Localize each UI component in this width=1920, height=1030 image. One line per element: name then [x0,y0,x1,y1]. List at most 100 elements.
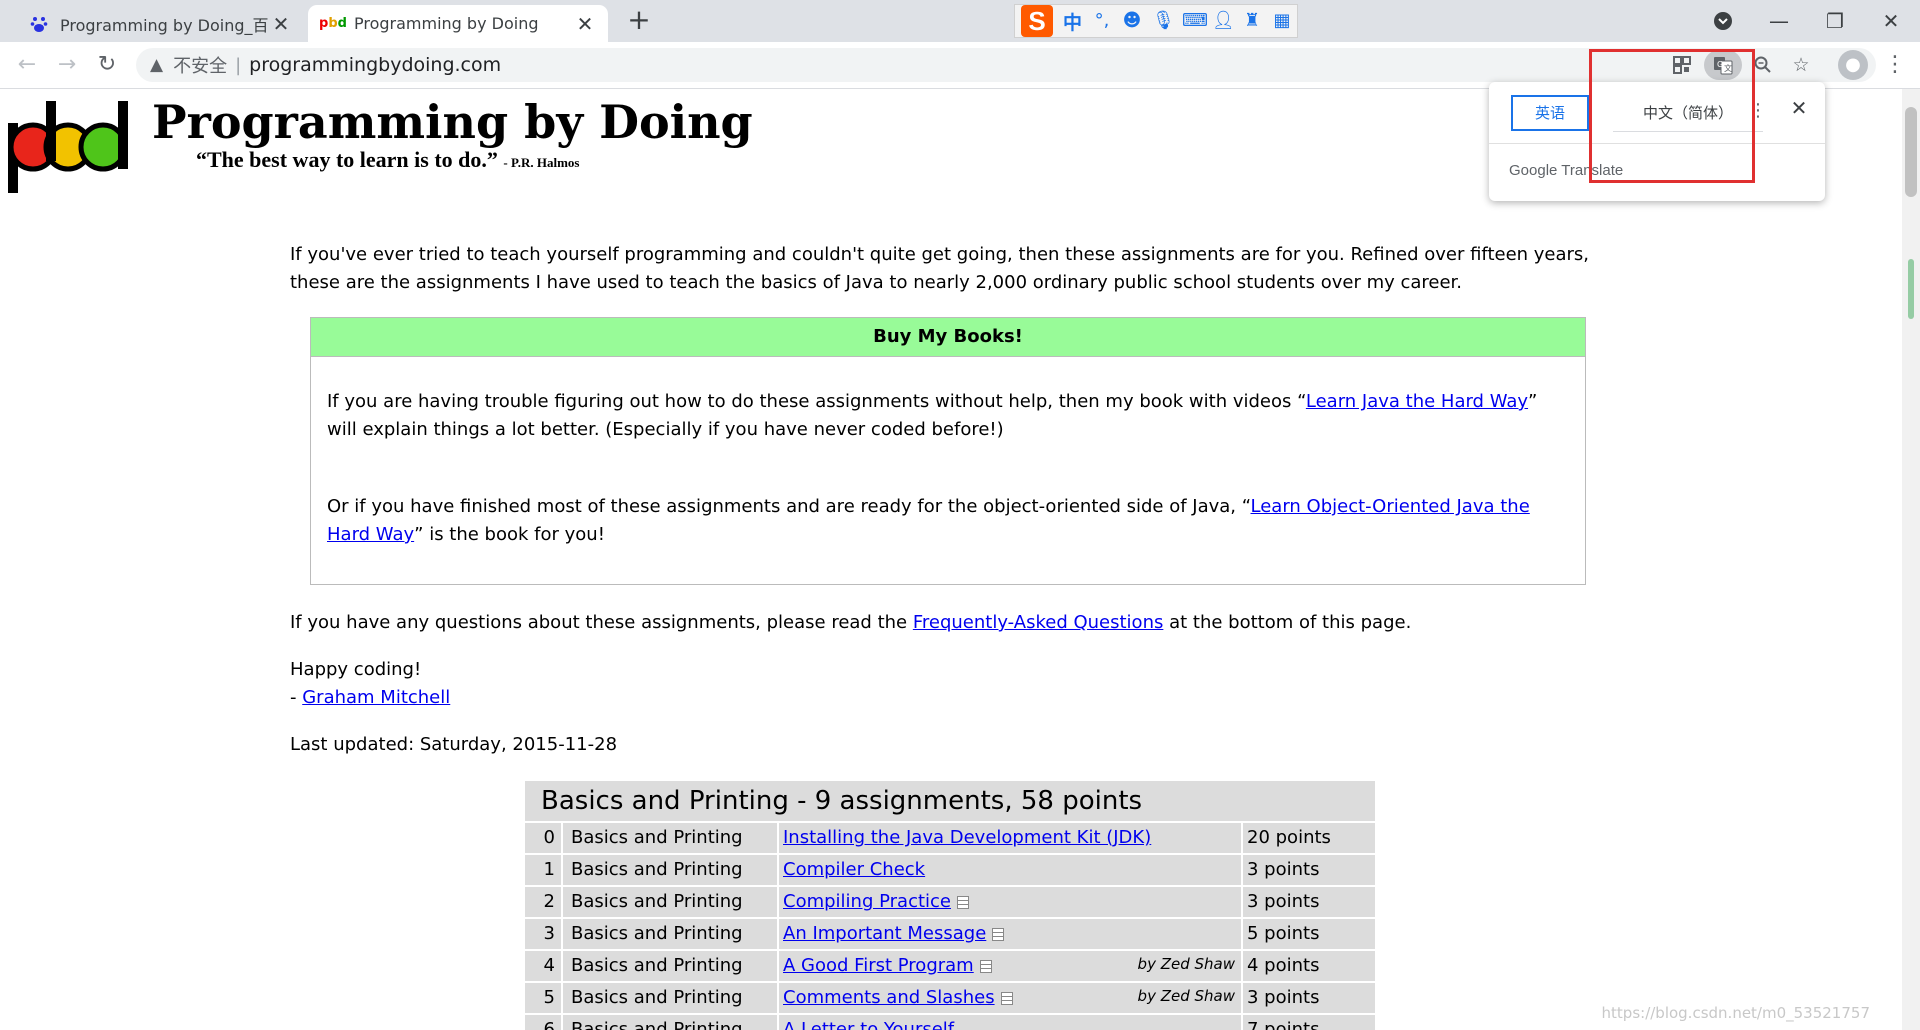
page-scrollbar[interactable] [1902,89,1920,1030]
bookmark-star-icon[interactable]: ☆ [1786,50,1816,80]
toolbox-icon[interactable]: ▦ [1272,11,1292,31]
tab-baidu-search[interactable]: Programming by Doing_百度搜 ✕ [14,5,304,42]
sogou-logo-icon[interactable]: S [1021,5,1053,37]
assignment-number: 6 [525,1015,561,1030]
skin-icon[interactable]: ♜ [1242,11,1262,31]
table-row: 5 Basics and Printing Comments and Slashes… [525,983,1375,1013]
ime-mode-toggle[interactable]: 中 [1063,8,1082,35]
user-icon[interactable]: 👤︎ [1212,11,1235,31]
reload-icon[interactable]: ↻ [92,50,122,80]
translate-popup: 英语 中文（简体） ⋮ ✕ Google Translate [1489,82,1825,201]
motto-author: - P.R. Halmos [503,155,580,170]
microphone-icon[interactable]: 🎙︎ [1152,11,1175,31]
restore-icon[interactable]: ❐ [1810,0,1860,42]
assignment-points: 3 points [1243,887,1375,917]
tab-strip: Programming by Doing_百度搜 ✕ pbd Programmi… [0,0,1920,42]
assignment-title-cell: Comments and Slashes by Zed Shaw [779,983,1241,1013]
assignment-link[interactable]: Compiler Check [783,859,925,880]
assignment-link[interactable]: Installing the Java Development Kit (JDK… [783,827,1151,848]
assignments-table: Basics and Printing - 9 assignments, 58 … [525,781,1375,1030]
tab-close-icon[interactable]: ✕ [572,12,598,36]
faq-paragraph: If you have any questions about these as… [290,609,1590,637]
tab-close-icon[interactable]: ✕ [268,12,294,36]
target-language-tab[interactable]: 中文（简体） [1613,95,1763,132]
assignment-points: 3 points [1243,855,1375,885]
profile-avatar-icon[interactable]: ● [1838,50,1868,80]
minimize-icon[interactable]: — [1754,0,1804,42]
warning-icon[interactable]: ▲ [150,55,163,75]
assignment-link[interactable]: An Important Message [783,923,986,944]
back-arrow-icon[interactable]: ← [12,50,42,80]
new-tab-button[interactable]: + [624,5,654,35]
keyboard-icon[interactable]: ⌨ [1182,11,1208,31]
text: ” is the book for you! [414,524,605,545]
notes-icon[interactable] [979,959,992,973]
table-row: 6 Basics and Printing A Letter to Yourself… [525,1015,1375,1030]
assignment-category: Basics and Printing [563,887,777,917]
link-faq[interactable]: Frequently-Asked Questions [913,612,1164,633]
forward-arrow-icon[interactable]: → [52,50,82,80]
text: If you have any questions about these as… [290,612,913,633]
url-text[interactable]: programmingbydoing.com [249,54,501,76]
tab-programming-by-doing[interactable]: pbd Programming by Doing ✕ [308,5,608,42]
security-label[interactable]: 不安全 [173,52,227,78]
browser-menu-icon[interactable]: ⋮ [1880,50,1910,80]
intro-paragraph: If you've ever tried to teach yourself p… [290,244,1590,293]
assignment-number: 3 [525,919,561,949]
books-header: Buy My Books! [311,318,1585,357]
notes-icon[interactable] [992,927,1005,941]
address-bar[interactable]: ▲ 不安全 | programmingbydoing.com [136,48,1876,82]
window-close-icon[interactable]: ✕ [1866,0,1916,42]
assignment-title-cell: A Letter to Yourself [779,1015,1241,1030]
signature: - Graham Mitchell [290,684,450,712]
assignment-title-cell: An Important Message [779,919,1241,949]
notes-icon[interactable] [957,895,969,909]
svg-text:G: G [1717,60,1723,69]
assignment-title-cell: Compiling Practice [779,887,1241,917]
assignment-number: 5 [525,983,561,1013]
svg-text:文: 文 [1724,63,1732,73]
assignments-heading: Basics and Printing - 9 assignments, 58 … [525,781,1375,821]
watermark: https://blog.csdn.net/m0_53521757 [1601,1004,1870,1022]
assignment-points: 5 points [1243,919,1375,949]
assignment-link[interactable]: A Good First Program [783,955,974,976]
qr-code-icon[interactable] [1667,50,1697,80]
baidu-paw-icon [28,13,50,35]
assignment-link[interactable]: A Letter to Yourself [783,1019,954,1030]
tab-title: Programming by Doing [354,14,539,33]
scrollbar-thumb[interactable] [1905,107,1917,197]
assignment-points: 4 points [1243,951,1375,981]
tab-search-icon[interactable] [1698,0,1748,42]
link-learn-java-hard-way[interactable]: Learn Java the Hard Way [1306,391,1528,412]
emoji-icon[interactable]: ☻ [1122,11,1142,31]
site-motto: “The best way to learn is to do.” - P.R.… [196,147,579,173]
site-title: Programming by Doing [152,95,753,149]
assignment-author: by Zed Shaw [1137,987,1235,1005]
assignment-link[interactable]: Comments and Slashes [783,987,995,1008]
text: - [290,687,303,708]
books-paragraph-2: Or if you have finished most of these as… [327,493,1567,549]
assignment-link[interactable]: Compiling Practice [783,891,951,912]
punctuation-icon[interactable]: °, [1092,11,1112,31]
table-row: 3 Basics and Printing An Important Message… [525,919,1375,949]
assignment-points: 3 points [1243,983,1375,1013]
table-row: 1 Basics and Printing Compiler Check 3 poin… [525,855,1375,885]
translate-icon[interactable]: G文 [1704,50,1742,80]
link-graham-mitchell[interactable]: Graham Mitchell [302,687,450,708]
text: at the bottom of this page. [1163,612,1412,633]
translate-options-icon[interactable]: ⋮ [1749,100,1767,121]
table-row: 0 Basics and Printing Installing the Java … [525,823,1375,853]
motto-text: “The best way to learn is to do.” [196,147,498,172]
scroll-indicator [1908,259,1914,319]
translate-close-icon[interactable]: ✕ [1785,94,1813,122]
assignment-title-cell: Installing the Java Development Kit (JDK… [779,823,1241,853]
assignment-title-cell: A Good First Program by Zed Shaw [779,951,1241,981]
source-language-tab[interactable]: 英语 [1511,95,1589,131]
google-translate-brand: Google Translate [1509,162,1624,179]
notes-icon[interactable] [1000,991,1013,1005]
assignment-category: Basics and Printing [563,983,777,1013]
assignment-category: Basics and Printing [563,855,777,885]
zoom-icon[interactable] [1748,50,1778,80]
assignment-author: by Zed Shaw [1137,955,1235,973]
assignment-category: Basics and Printing [563,951,777,981]
